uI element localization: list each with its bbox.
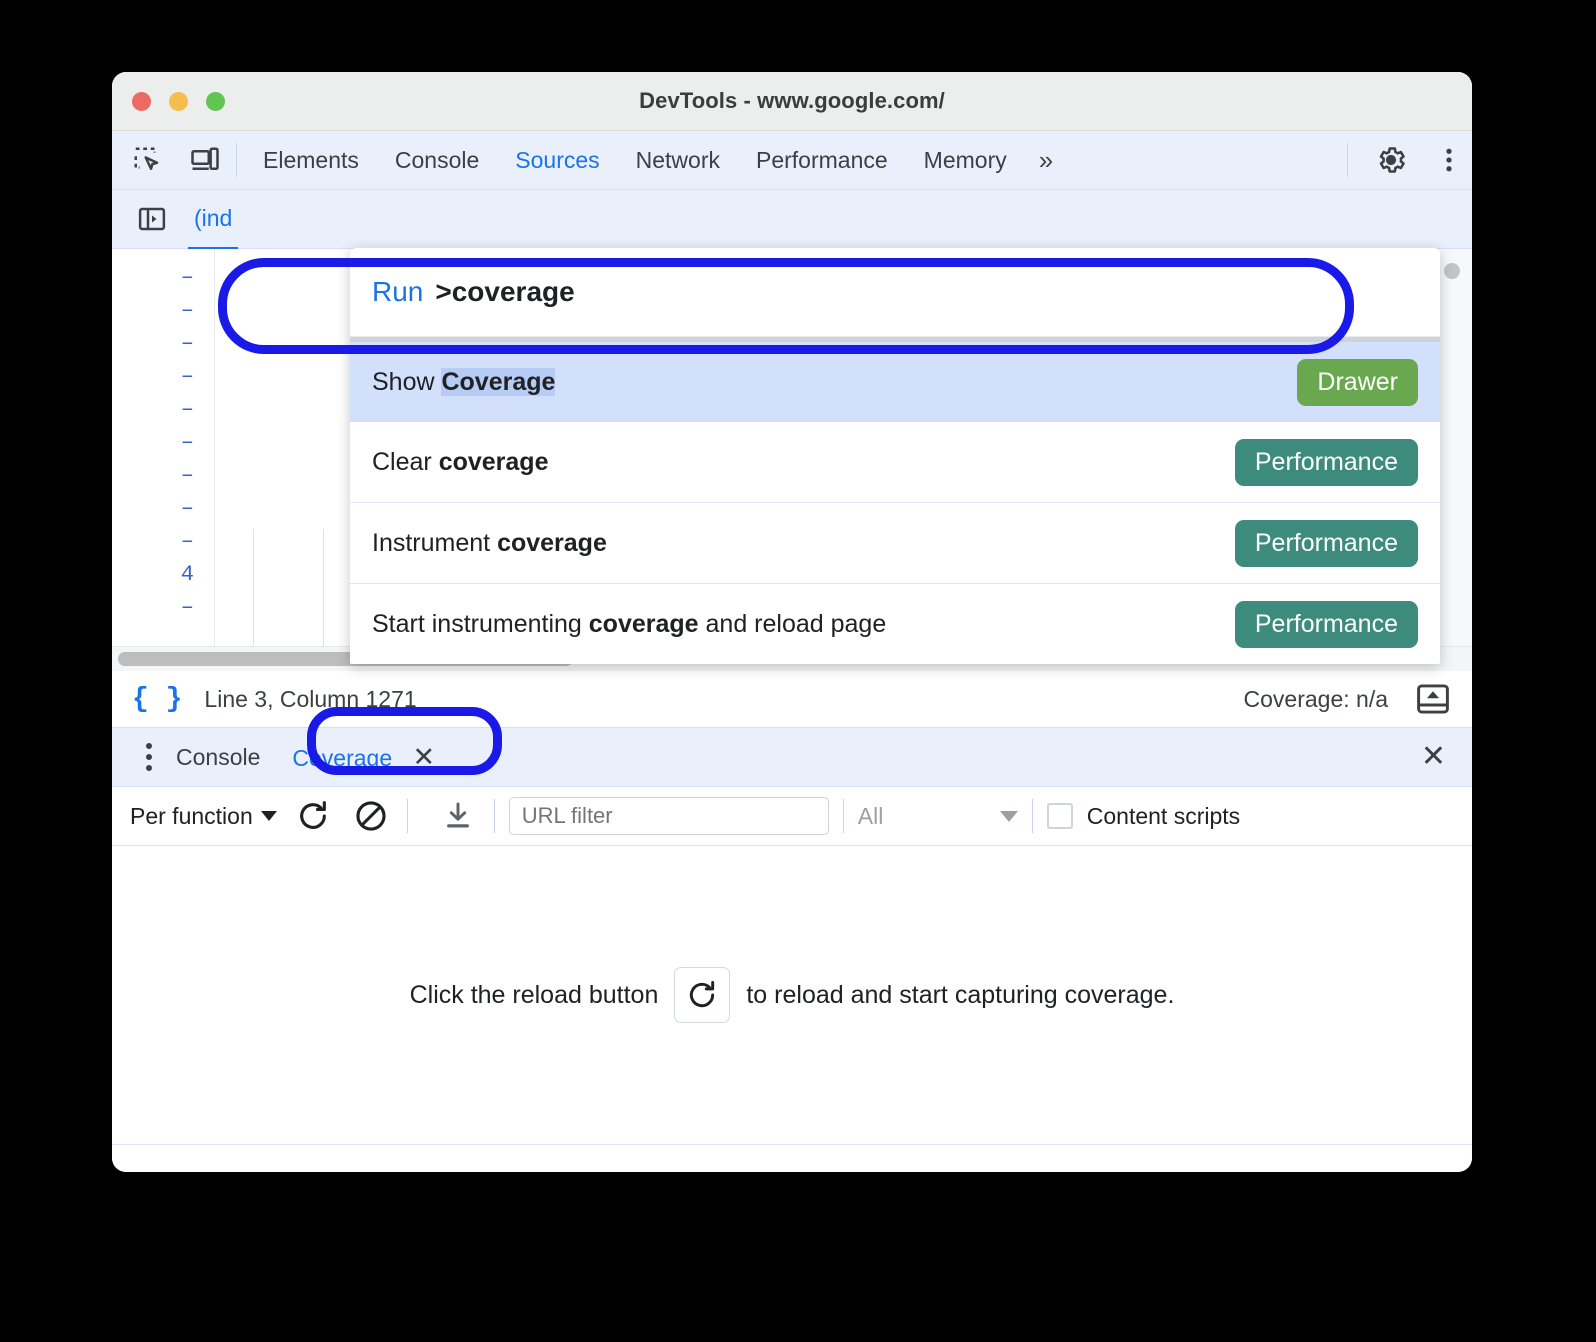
drawer-tab-close-icon[interactable]: ✕ [413,742,436,772]
gutter-line: – [180,331,194,356]
file-tab-index[interactable]: (ind [188,189,239,250]
window-titlebar: DevTools - www.google.com/ [112,72,1472,131]
coverage-mode-label: Per function [130,802,253,829]
content-scripts-checkbox[interactable]: Content scripts [1046,802,1241,830]
pretty-print-braces-icon[interactable]: { } [132,684,182,715]
coverage-mode-select[interactable]: Per function [130,803,277,830]
devtools-window: DevTools - www.google.com/ Elements Cons… [112,72,1472,1172]
command-item-label: Start instrumenting coverage and reload … [372,610,886,639]
coverage-empty-state: Click the reload button to reload and st… [112,846,1472,1145]
command-palette-prefix: Run [372,276,424,307]
window-title: DevTools - www.google.com/ [639,88,945,113]
toolbar-divider [1031,799,1033,833]
url-filter-input[interactable] [508,797,829,835]
command-item-badge: Performance [1234,600,1418,648]
command-item-badge: Performance [1234,438,1418,486]
command-item-instrument-coverage[interactable]: Instrument coverage Performance [350,503,1440,584]
reload-icon[interactable] [291,794,335,838]
tab-console[interactable]: Console [377,131,497,189]
gutter-line: – [180,463,194,488]
command-palette-query[interactable]: Run >coverage [350,248,1440,337]
gutter-line: 4 [180,562,194,587]
toolbar-divider [493,799,495,833]
screenshot-root: DevTools - www.google.com/ Elements Cons… [0,0,1596,1342]
gutter-line: – [180,595,194,620]
toolbar-divider [842,799,844,833]
command-item-label: Instrument coverage [372,529,607,558]
command-item-match: coverage [497,528,607,557]
sources-file-tabbar: (ind [112,189,1472,250]
gutter-line: – [180,265,194,290]
cursor-position: Line 3, Column 1271 [204,685,417,712]
command-item-match: coverage [588,609,699,638]
more-tabs-icon[interactable]: » [1025,131,1067,189]
coverage-footer [112,1145,1472,1172]
command-palette-input[interactable]: >coverage [435,276,574,308]
content-scripts-label: Content scripts [1086,802,1241,829]
command-item-match: Coverage [441,367,556,396]
command-item-label: Clear coverage [372,448,548,477]
coverage-status: Coverage: n/a [1243,685,1388,712]
inspect-element-icon[interactable] [124,137,170,183]
block-clear-icon[interactable] [349,794,393,838]
editor-gutter: – – – – – – – – – 4 – [112,249,215,646]
device-toolbar-icon[interactable] [182,137,228,183]
gutter-line: – [180,430,194,455]
toolbar-divider [236,143,237,177]
coverage-empty-suffix: to reload and start capturing coverage. [746,980,1175,1009]
gutter-line: – [180,298,194,323]
command-item-badge: Performance [1234,519,1418,567]
drawer-tabbar: Console Coverage ✕ ✕ [112,728,1472,787]
tab-memory[interactable]: Memory [906,131,1025,189]
editor-statusbar: { } Line 3, Column 1271 Coverage: n/a [112,671,1472,728]
coverage-empty-prefix: Click the reload button [409,980,659,1009]
gear-icon[interactable] [1368,137,1414,183]
gutter-line: – [180,397,194,422]
editor-scroll-thumb[interactable] [1444,263,1460,279]
drawer-close-icon[interactable]: ✕ [1421,742,1446,772]
tab-sources[interactable]: Sources [497,131,617,189]
coverage-empty-message: Click the reload button to reload and st… [409,967,1175,1023]
command-item-clear-coverage[interactable]: Clear coverage Performance [350,422,1440,503]
command-item-suffix: and reload page [698,609,887,638]
command-item-prefix: Clear [372,447,439,476]
command-item-badge: Drawer [1297,358,1418,406]
command-item-start-instrumenting-coverage[interactable]: Start instrumenting coverage and reload … [350,584,1440,664]
checkbox-box[interactable] [1046,803,1073,829]
command-item-show-coverage[interactable]: Show Coverage Drawer [350,342,1440,422]
gutter-line: – [180,529,194,554]
coverage-type-filter-select[interactable]: All [858,803,1018,830]
toggle-drawer-icon[interactable] [1416,684,1450,714]
command-item-prefix: Start instrumenting [372,609,589,638]
main-tabbar-right-actions [1339,137,1472,183]
toolbar-divider [1347,143,1348,177]
drawer-tab-coverage-label: Coverage [292,745,393,771]
drawer-tab-coverage[interactable]: Coverage ✕ [276,728,451,786]
download-export-icon[interactable] [436,794,480,838]
kebab-menu-icon[interactable] [138,743,160,771]
coverage-type-filter-label: All [857,802,884,829]
tab-network[interactable]: Network [618,131,738,189]
show-navigator-icon[interactable] [130,197,174,241]
devtools-main-tabbar: Elements Console Sources Network Perform… [112,131,1472,190]
reload-icon [674,967,731,1023]
command-item-prefix: Show [372,367,442,396]
tab-elements[interactable]: Elements [245,131,377,189]
drawer-tab-console[interactable]: Console [160,728,276,786]
kebab-menu-icon[interactable] [1426,137,1472,183]
coverage-toolbar: Per function URL filter All Content scri… [112,787,1472,846]
tab-performance[interactable]: Performance [738,131,906,189]
command-item-prefix: Instrument [372,528,498,557]
chevron-down-icon [260,811,277,821]
gutter-line: – [180,496,194,521]
toolbar-divider [406,799,408,833]
command-palette: Run >coverage Show Coverage Drawer Clear… [350,248,1440,664]
gutter-line: – [180,364,194,389]
chevron-down-icon [999,810,1018,822]
command-item-match: coverage [438,447,549,476]
command-item-label: Show Coverage [372,367,556,397]
